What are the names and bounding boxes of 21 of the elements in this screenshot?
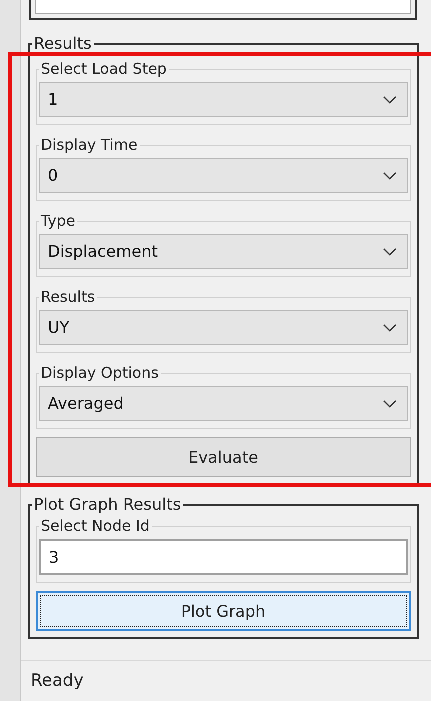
- dropdown[interactable]: UY: [39, 310, 408, 345]
- field-label: Display Time: [40, 135, 139, 156]
- dropdown[interactable]: 0: [39, 158, 408, 193]
- plot-graph-button[interactable]: Plot Graph: [36, 591, 411, 631]
- chevron-down-icon: [383, 172, 397, 180]
- field-label: Type: [40, 211, 76, 232]
- dropdown[interactable]: Averaged: [39, 386, 408, 421]
- chevron-down-icon: [383, 400, 397, 408]
- field-label: Results: [40, 287, 96, 308]
- field-label: Select Node Id: [40, 516, 151, 537]
- group-title: Plot Graph Results: [33, 495, 182, 515]
- input-field[interactable]: 3: [39, 539, 408, 575]
- field-label: Select Load Step: [40, 59, 168, 80]
- chevron-down-icon: [383, 324, 397, 332]
- dropdown[interactable]: 1: [39, 82, 408, 117]
- dropdown[interactable]: Displacement: [39, 234, 408, 269]
- field-label: Display Options: [40, 363, 160, 384]
- chevron-down-icon: [383, 96, 397, 104]
- group-title: Results: [33, 34, 93, 54]
- evaluate-button[interactable]: Evaluate: [36, 437, 411, 477]
- chevron-down-icon: [383, 248, 397, 256]
